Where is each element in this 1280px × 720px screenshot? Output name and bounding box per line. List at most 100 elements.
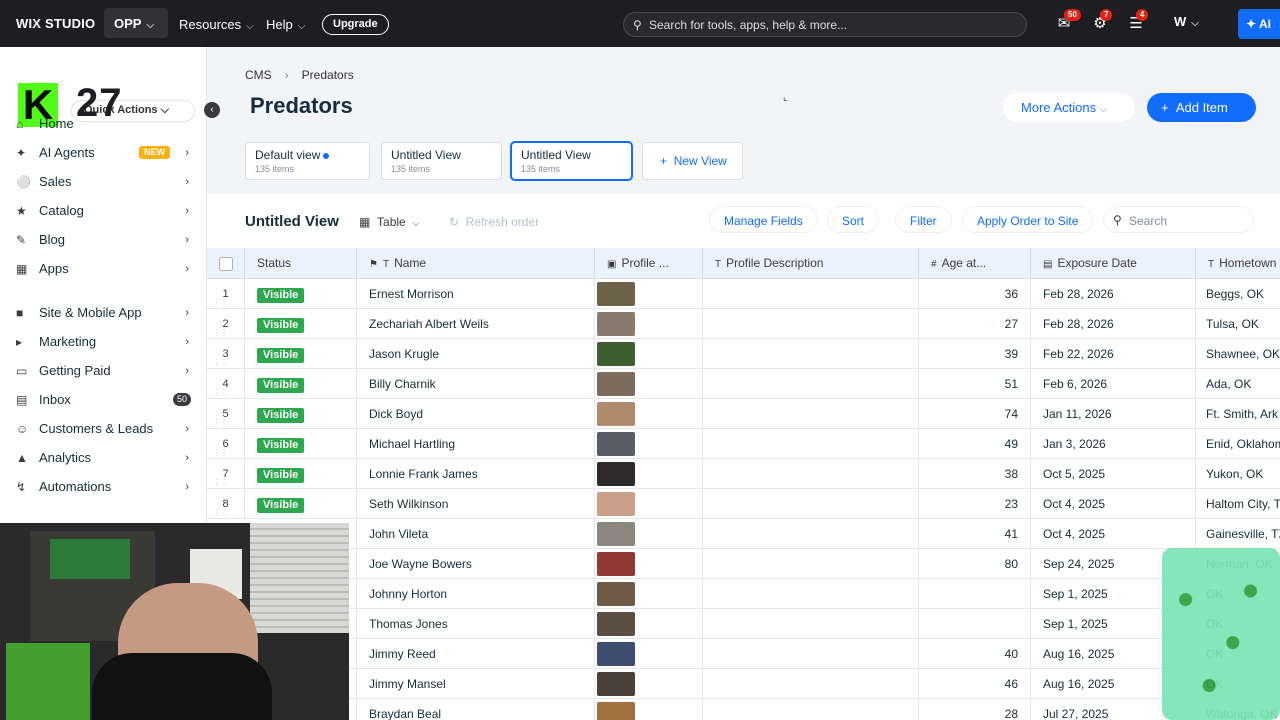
age-cell[interactable]: [919, 579, 1031, 609]
table-search-input[interactable]: ⚲ Search: [1103, 206, 1254, 233]
hometown-cell[interactable]: Shawnee, OK: [1196, 339, 1280, 369]
profile-description-cell[interactable]: [703, 429, 919, 459]
age-cell[interactable]: 23: [919, 489, 1031, 519]
table-row[interactable]: ⋮⋮ 2 Visible Zechariah Albert Weils 27 Feb 28…: [207, 309, 1280, 339]
name-cell[interactable]: Braydan Beal: [357, 699, 595, 720]
age-cell[interactable]: 80: [919, 549, 1031, 579]
drag-handle-icon[interactable]: ⋮⋮: [213, 348, 228, 369]
profile-image-cell[interactable]: [595, 519, 703, 549]
hometown-cell[interactable]: Haltom City, T: [1196, 489, 1280, 519]
profile-image-cell[interactable]: [595, 699, 703, 720]
exposure-date-cell[interactable]: Feb 22, 2026: [1031, 339, 1196, 369]
drag-handle-icon[interactable]: ⋮⋮: [213, 288, 228, 309]
profile-image-cell[interactable]: [595, 309, 703, 339]
exposure-date-cell[interactable]: Oct 5, 2025: [1031, 459, 1196, 489]
account-menu[interactable]: W ⌵: [1174, 14, 1199, 29]
table-row[interactable]: ⋮⋮ 3 Visible Jason Krugle 39 Feb 22, 2026 Shaw…: [207, 339, 1280, 369]
table-row[interactable]: ⋮⋮Thomas JonesSep 1, 2025OK: [207, 609, 1280, 639]
age-cell[interactable]: 39: [919, 339, 1031, 369]
exposure-date-cell[interactable]: Feb 28, 2026: [1031, 279, 1196, 309]
profile-image-cell[interactable]: [595, 489, 703, 519]
age-cell[interactable]: 74: [919, 399, 1031, 429]
profile-image-cell[interactable]: [595, 339, 703, 369]
name-cell[interactable]: Jimmy Reed: [357, 639, 595, 669]
drag-handle-icon[interactable]: ⋮⋮: [213, 318, 228, 339]
profile-description-cell[interactable]: [703, 459, 919, 489]
profile-description-cell[interactable]: [703, 579, 919, 609]
age-cell[interactable]: 41: [919, 519, 1031, 549]
breadcrumb-cms[interactable]: CMS: [245, 68, 272, 82]
profile-description-cell[interactable]: [703, 609, 919, 639]
upgrade-button[interactable]: Upgrade: [322, 14, 389, 35]
view-tab-1[interactable]: Default view 135 items: [245, 142, 370, 180]
status-cell[interactable]: Visible: [245, 399, 357, 429]
table-row[interactable]: ⋮⋮ 8 Visible Seth Wilkinson 23 Oct 4, 2025 Hal…: [207, 489, 1280, 519]
profile-description-cell[interactable]: [703, 549, 919, 579]
name-cell[interactable]: Zechariah Albert Weils: [357, 309, 595, 339]
sidebar-item-blog[interactable]: ✎ Blog ›: [0, 226, 207, 254]
site-selector[interactable]: OPP ⌵: [104, 8, 168, 38]
exposure-date-cell[interactable]: Jan 3, 2026: [1031, 429, 1196, 459]
name-cell[interactable]: Jimmy Mansel: [357, 669, 595, 699]
exposure-date-cell[interactable]: Feb 28, 2026: [1031, 309, 1196, 339]
refresh-order-button[interactable]: ↻ Refresh order: [449, 215, 539, 229]
sidebar-item-automations[interactable]: ↯ Automations ›: [0, 473, 207, 501]
name-cell[interactable]: Johnny Horton: [357, 579, 595, 609]
hometown-cell[interactable]: Yukon, OK: [1196, 459, 1280, 489]
profile-description-cell[interactable]: [703, 699, 919, 720]
drag-handle-icon[interactable]: ⋮⋮: [213, 468, 228, 489]
sidebar-item-apps[interactable]: ▦ Apps ›: [0, 255, 207, 283]
sort-button[interactable]: Sort: [827, 206, 880, 233]
table-row[interactable]: ⋮⋮John Vileta41Oct 4, 2025Gainesville, T…: [207, 519, 1280, 549]
table-row[interactable]: ⋮⋮Joe Wayne Bowers80Sep 24, 2025Norman, …: [207, 549, 1280, 579]
age-cell[interactable]: 27: [919, 309, 1031, 339]
profile-description-cell[interactable]: [703, 519, 919, 549]
status-cell[interactable]: Visible: [245, 339, 357, 369]
name-cell[interactable]: Thomas Jones: [357, 609, 595, 639]
age-cell[interactable]: 36: [919, 279, 1031, 309]
name-cell[interactable]: Ernest Morrison: [357, 279, 595, 309]
sidebar-item-catalog[interactable]: ★ Catalog ›: [0, 197, 207, 225]
age-cell[interactable]: 38: [919, 459, 1031, 489]
age-cell[interactable]: 40: [919, 639, 1031, 669]
age-cell[interactable]: [919, 609, 1031, 639]
manage-fields-button[interactable]: Manage Fields: [709, 206, 818, 233]
column-header-exposure-date[interactable]: ▤ Exposure Date: [1031, 248, 1196, 279]
sidebar-item-marketing[interactable]: ▸ Marketing ›: [0, 328, 207, 356]
status-cell[interactable]: Visible: [245, 429, 357, 459]
table-row[interactable]: ⋮⋮Johnny HortonSep 1, 2025OK: [207, 579, 1280, 609]
hometown-cell[interactable]: Beggs, OK: [1196, 279, 1280, 309]
notifications-icon[interactable]: ⚙ 7: [1090, 9, 1113, 34]
name-cell[interactable]: Jason Krugle: [357, 339, 595, 369]
layout-selector[interactable]: ▦ Table ⌵: [359, 215, 419, 229]
sidebar-item-getting-paid[interactable]: ▭ Getting Paid ›: [0, 357, 207, 385]
table-row[interactable]: ⋮⋮ 6 Visible Michael Hartling 49 Jan 3, 2026 E…: [207, 429, 1280, 459]
sidebar-item-analytics[interactable]: ▲ Analytics ›: [0, 444, 207, 472]
profile-image-cell[interactable]: [595, 609, 703, 639]
sidebar-item-site-mobile-app[interactable]: ■ Site & Mobile App ›: [0, 299, 207, 327]
profile-description-cell[interactable]: [703, 369, 919, 399]
sidebar-item-customers-leads[interactable]: ☺ Customers & Leads ›: [0, 415, 207, 443]
view-tab-3[interactable]: Untitled View 135 items: [511, 142, 632, 180]
table-row[interactable]: ⋮⋮Jimmy Mansel46Aug 16, 2025OK: [207, 669, 1280, 699]
name-cell[interactable]: Lonnie Frank James: [357, 459, 595, 489]
profile-description-cell[interactable]: [703, 399, 919, 429]
profile-description-cell[interactable]: [703, 489, 919, 519]
name-cell[interactable]: Billy Charnik: [357, 369, 595, 399]
view-tab-2[interactable]: Untitled View 135 items: [381, 142, 502, 180]
sidebar-item-home[interactable]: ⌂ Home: [0, 110, 207, 138]
help-menu[interactable]: Help ⌵: [266, 17, 305, 32]
status-cell[interactable]: Visible: [245, 459, 357, 489]
column-header-hometown[interactable]: T Hometown: [1196, 248, 1280, 279]
more-actions-button[interactable]: More Actions ⌵: [1003, 93, 1135, 122]
collapse-sidebar-button[interactable]: ‹: [204, 102, 220, 118]
table-row[interactable]: ⋮⋮ 5 Visible Dick Boyd 74 Jan 11, 2026 Ft. Smi…: [207, 399, 1280, 429]
status-cell[interactable]: Visible: [245, 369, 357, 399]
hometown-cell[interactable]: Gainesville, TX: [1196, 519, 1280, 549]
select-all-checkbox[interactable]: [219, 257, 233, 271]
profile-image-cell[interactable]: [595, 549, 703, 579]
column-header-age[interactable]: # Age at...: [919, 248, 1031, 279]
exposure-date-cell[interactable]: Oct 4, 2025: [1031, 489, 1196, 519]
global-search-input[interactable]: ⚲ Search for tools, apps, help & more...: [623, 12, 1027, 37]
filter-button[interactable]: Filter: [895, 206, 952, 233]
